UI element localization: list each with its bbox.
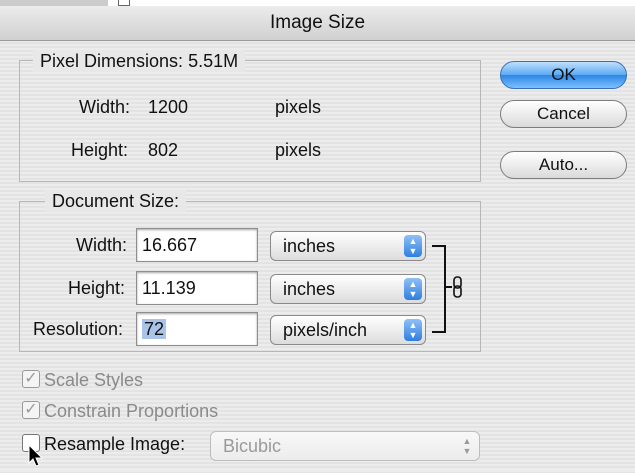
doc-width-field[interactable]: 16.667: [136, 228, 258, 262]
cancel-button[interactable]: Cancel: [500, 100, 627, 128]
updown-arrows-icon: ▲ ▼: [404, 235, 422, 257]
resample-method-label: Bicubic: [223, 436, 282, 456]
pixel-dimensions-title: Pixel Dimensions:: [40, 51, 184, 71]
doc-width-unit-popup[interactable]: inches ▲ ▼: [270, 231, 426, 261]
scale-styles-label: Scale Styles: [44, 370, 144, 390]
updown-arrows-icon: ▲ ▼: [404, 278, 422, 300]
checkmark-icon: ✓: [24, 401, 38, 418]
resample-method-popup[interactable]: Bicubic ▲ ▼: [210, 431, 480, 461]
resolution-value-selected: 72: [142, 319, 167, 339]
link-bracket: [432, 245, 446, 333]
pixel-width-unit: pixels: [275, 97, 322, 117]
pixel-height-value: 802: [148, 140, 179, 160]
doc-height-label: Height:: [68, 278, 126, 298]
mouse-pointer-icon: [28, 443, 44, 468]
doc-width-unit-label: inches: [283, 236, 336, 256]
checkmark-icon: ✓: [24, 370, 38, 387]
constrain-proportions-checkbox[interactable]: ✓: [22, 401, 40, 419]
doc-height-field[interactable]: 11.139: [136, 271, 258, 305]
resolution-label: Resolution:: [33, 319, 124, 339]
resolution-unit-label: pixels/inch: [283, 320, 368, 340]
auto-button[interactable]: Auto...: [500, 151, 627, 179]
pixel-height-unit: pixels: [275, 140, 322, 160]
ok-button[interactable]: OK: [500, 61, 627, 89]
scale-styles-checkbox[interactable]: ✓: [22, 370, 40, 388]
link-bracket-stub: [444, 286, 452, 288]
pixel-dimensions-legend: Pixel Dimensions: 5.51M: [33, 50, 246, 72]
resolution-field[interactable]: 72: [136, 312, 258, 346]
pixel-dimensions-group: [19, 60, 481, 182]
doc-height-unit-label: inches: [283, 279, 336, 299]
pixel-height-label: Height:: [71, 140, 129, 160]
doc-height-unit-popup[interactable]: inches ▲ ▼: [270, 274, 426, 304]
pixel-width-label: Width:: [79, 97, 131, 117]
pixel-width-value: 1200: [148, 97, 189, 117]
chain-link-icon: [453, 276, 462, 298]
doc-width-label: Width:: [76, 235, 128, 255]
constrain-proportions-label: Constrain Proportions: [44, 401, 219, 421]
updown-arrows-icon: ▲ ▼: [404, 319, 422, 341]
resolution-unit-popup[interactable]: pixels/inch ▲ ▼: [270, 315, 426, 345]
resample-image-label: Resample Image:: [44, 434, 186, 454]
updown-arrows-icon: ▲ ▼: [462, 436, 472, 456]
window-title: Image Size: [0, 6, 635, 41]
document-size-legend: Document Size:: [45, 190, 187, 212]
pixel-dimensions-size: 5.51M: [188, 51, 239, 71]
